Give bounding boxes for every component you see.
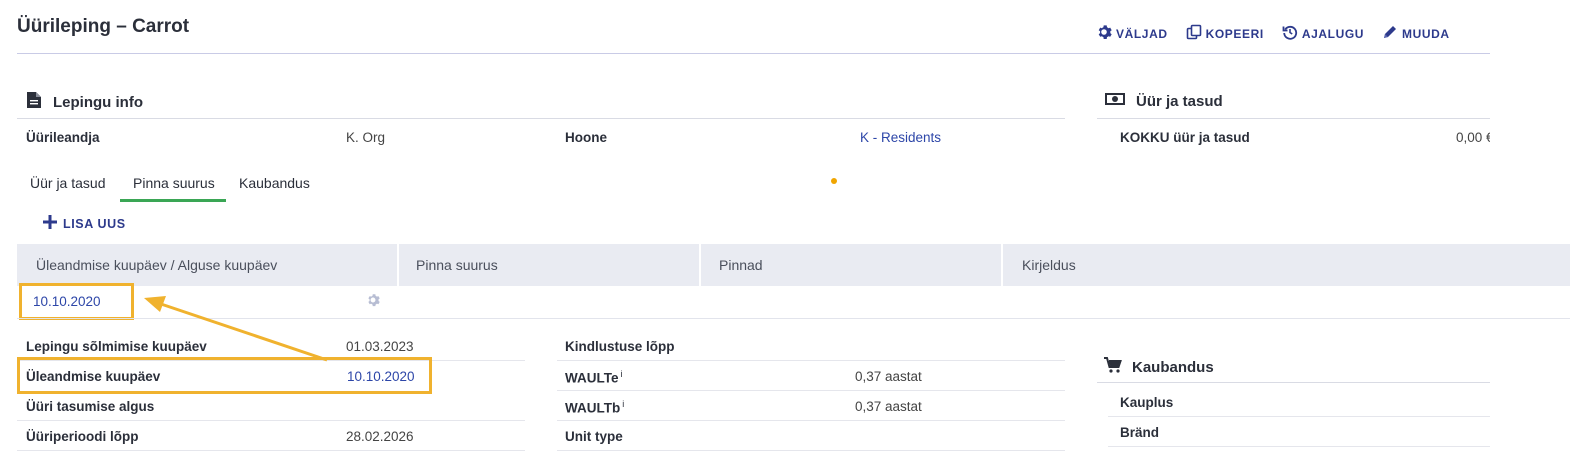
gear-icon — [1096, 24, 1112, 43]
column-header-area-size[interactable]: Pinna suurus — [399, 244, 701, 286]
row-divider — [17, 450, 525, 451]
page-title: Üürileping – Carrot — [17, 16, 190, 37]
document-icon — [25, 91, 43, 113]
rent-heading: Üür ja tasud — [1104, 91, 1223, 111]
landlord-label: Üürileandja — [26, 130, 100, 145]
commerce-divider — [1097, 382, 1490, 383]
row-divider — [1108, 446, 1490, 447]
waulte-value: 0,37 aastat — [855, 369, 922, 384]
rent-total-value: 0,00 € — [1456, 130, 1490, 145]
tab-commerce[interactable]: Kaubandus — [239, 175, 310, 191]
copy-label: KOPEERI — [1205, 26, 1264, 41]
add-new-button[interactable]: LISA UUS — [43, 215, 126, 232]
status-dot — [831, 178, 837, 184]
contract-date-value: 01.03.2023 — [346, 339, 414, 354]
pencil-icon — [1382, 24, 1398, 43]
building-label: Hoone — [565, 130, 607, 145]
rent-divider — [1097, 118, 1490, 119]
row-settings-gear-icon[interactable] — [366, 293, 380, 312]
brand-label: Bränd — [1120, 425, 1160, 440]
copy-icon — [1186, 24, 1202, 43]
waulte-info-icon[interactable]: i — [621, 369, 623, 379]
row-divider — [557, 360, 1065, 361]
waulte-label: WAULTe i — [565, 369, 623, 386]
toolbar: VÄLJAD KOPEERI AJALUGU MUUDA — [1096, 24, 1468, 43]
column-header-date[interactable]: Üleandmise kuupäev / Alguse kuupäev — [17, 244, 399, 286]
waultb-label-text: WAULTb — [565, 400, 621, 416]
commerce-heading: Kaubandus — [1104, 356, 1214, 378]
cart-icon — [1104, 356, 1122, 378]
column-header-description[interactable]: Kirjeldus — [1003, 244, 1570, 286]
building-link[interactable]: K - Residents — [860, 130, 941, 145]
insurance-end-label: Kindlustuse lõpp — [565, 339, 675, 354]
row-divider — [557, 390, 1065, 391]
edit-button[interactable]: MUUDA — [1382, 24, 1450, 43]
active-tab-indicator — [120, 199, 226, 202]
contract-info-heading: Lepingu info — [25, 91, 143, 113]
handover-date-label: Üleandmise kuupäev — [26, 369, 161, 384]
handover-date-link[interactable]: 10.10.2020 — [347, 369, 415, 384]
table-header: Üleandmise kuupäev / Alguse kuupäev Pinn… — [17, 244, 1570, 286]
history-button[interactable]: AJALUGU — [1282, 24, 1364, 43]
copy-button[interactable]: KOPEERI — [1186, 24, 1264, 43]
tab-area-size[interactable]: Pinna suurus — [133, 175, 215, 191]
plus-icon — [43, 215, 57, 232]
waultb-label: WAULTb i — [565, 399, 624, 416]
rent-period-end-label: Üüriperioodi lõpp — [26, 429, 139, 444]
waultb-info-icon[interactable]: i — [622, 399, 624, 409]
row-divider — [557, 450, 1065, 451]
rent-period-end-value: 28.02.2026 — [346, 429, 414, 444]
fields-label: VÄLJAD — [1116, 26, 1168, 41]
rent-title: Üür ja tasud — [1136, 92, 1223, 110]
landlord-value: K. Org — [346, 130, 386, 145]
contract-info-title: Lepingu info — [53, 93, 143, 111]
contract-info-divider — [17, 118, 1065, 119]
money-icon — [1104, 91, 1126, 111]
table-row-date-link[interactable]: 10.10.2020 — [33, 294, 101, 309]
store-label: Kauplus — [1120, 395, 1174, 410]
tab-rent-fees[interactable]: Üür ja tasud — [30, 175, 105, 191]
header-divider — [17, 53, 1490, 54]
row-divider — [1108, 416, 1490, 417]
history-label: AJALUGU — [1301, 26, 1365, 41]
unit-type-label: Unit type — [565, 429, 623, 444]
edit-label: MUUDA — [1402, 26, 1450, 41]
tab-bar: Üür ja tasud Pinna suurus Kaubandus — [17, 163, 1570, 207]
fields-button[interactable]: VÄLJAD — [1096, 24, 1168, 43]
rent-total-label: KOKKU üür ja tasud — [1120, 130, 1250, 145]
contract-date-label: Lepingu sõlmimise kuupäev — [26, 339, 207, 354]
rent-payment-start-label: Üüri tasumise algus — [26, 399, 155, 414]
table-row-divider — [17, 318, 1570, 319]
column-header-areas[interactable]: Pinnad — [701, 244, 1003, 286]
commerce-title: Kaubandus — [1132, 358, 1214, 376]
history-icon — [1282, 24, 1298, 43]
waultb-value: 0,37 aastat — [855, 399, 922, 414]
waulte-label-text: WAULTe — [565, 370, 619, 386]
row-divider — [17, 420, 525, 421]
row-divider — [557, 420, 1065, 421]
add-new-label: LISA UUS — [63, 216, 126, 231]
